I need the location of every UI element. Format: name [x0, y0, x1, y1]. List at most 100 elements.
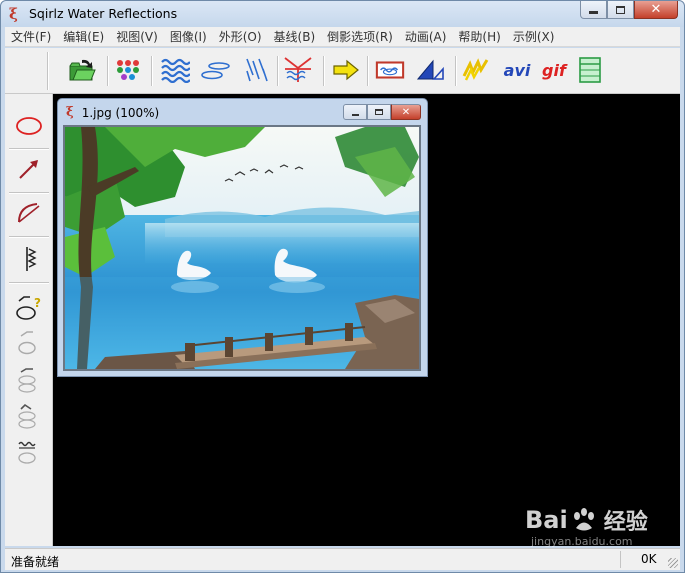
shape-tool-3-button[interactable] [14, 400, 44, 430]
next-button[interactable] [331, 55, 361, 85]
menu-file[interactable]: 文件(F) [11, 28, 51, 45]
minimize-icon [351, 113, 359, 116]
colors-button[interactable] [113, 55, 143, 85]
shape-tool-1-button[interactable] [14, 326, 44, 356]
preview-button[interactable] [375, 55, 405, 85]
zigzag-tool-button[interactable] [14, 244, 44, 274]
image-child-window: ξ 1.jpg (100%) ✕ [57, 98, 428, 377]
paw-icon [573, 508, 594, 531]
shape-tool-2-button[interactable] [14, 364, 44, 394]
window-title: Sqirlz Water Reflections [29, 6, 178, 21]
menu-animation[interactable]: 动画(A) [405, 28, 447, 45]
child-app-icon[interactable]: ξ [66, 105, 74, 120]
film-strip-icon [579, 57, 601, 83]
reflection-help-button[interactable]: ? [14, 291, 44, 321]
maximize-icon [616, 5, 625, 14]
svg-text:?: ? [34, 296, 41, 310]
child-title-bar[interactable]: ξ 1.jpg (100%) [66, 105, 159, 120]
triangle-icon [416, 59, 444, 80]
gif-label: gif [542, 60, 566, 80]
menu-view[interactable]: 视图(V) [116, 28, 158, 45]
rings-button[interactable] [201, 55, 231, 85]
preview-frame-icon [375, 61, 405, 79]
shape-tool-4-button[interactable] [14, 437, 44, 467]
baseline-button[interactable] [283, 55, 313, 85]
status-text: 准备就绪 [11, 555, 60, 569]
baidu-watermark: Bai 经验 [525, 504, 648, 536]
wave-ellipse-icon [18, 441, 36, 464]
ellipse-icon [16, 117, 42, 135]
watermark-jingyan: 经验 [603, 510, 648, 535]
toolbar-separator [367, 56, 369, 86]
menu-bar: 文件(F) 编辑(E) 视图(V) 图像(I) 外形(O) 基线(B) 倒影选项… [5, 27, 680, 47]
menu-help[interactable]: 帮助(H) [458, 28, 500, 45]
export-button[interactable] [575, 55, 605, 85]
maximize-icon [375, 109, 383, 115]
close-icon: ✕ [650, 2, 662, 17]
toolbox-separator [9, 192, 49, 194]
minimize-button[interactable] [580, 1, 607, 19]
curve-question-icon: ? [16, 296, 41, 320]
waves-icon [161, 58, 190, 83]
yellow-waves-icon [462, 58, 489, 81]
color-dots-icon [117, 60, 139, 80]
perspective-button[interactable] [415, 55, 445, 85]
menu-shape[interactable]: 外形(O) [219, 28, 262, 45]
child-window-title: 1.jpg (100%) [81, 105, 160, 120]
minimize-icon [589, 10, 598, 14]
left-toolbox: ? [5, 94, 53, 546]
menu-image[interactable]: 图像(I) [170, 28, 207, 45]
toolbox-separator [9, 282, 49, 284]
maximize-button[interactable] [607, 1, 634, 19]
avi-label: avi [503, 60, 531, 80]
rain-button[interactable] [241, 55, 271, 85]
menu-edit[interactable]: 编辑(E) [63, 28, 104, 45]
title-bar[interactable]: ξ Sqirlz Water Reflections ✕ [1, 1, 684, 27]
app-icon[interactable]: ξ [9, 5, 23, 23]
toolbar-separator [107, 56, 109, 86]
save-gif-button[interactable]: gif [537, 55, 571, 85]
child-window-controls: ✕ [343, 104, 421, 120]
main-window: ξ Sqirlz Water Reflections ✕ 文件(F) 编辑(E)… [0, 0, 685, 573]
watermark-url: jingyan.baidu.com [531, 535, 633, 548]
window-controls: ✕ [580, 1, 678, 19]
toolbar-separator [323, 56, 325, 86]
toolbar-separator [151, 56, 153, 86]
curve-disabled-icon [18, 331, 36, 355]
split-reflection-icon [284, 57, 312, 82]
curve-double-icon [18, 403, 36, 429]
diagonal-arrow-icon [19, 160, 38, 179]
ripple-button[interactable] [160, 55, 190, 85]
open-folder-icon [69, 59, 96, 81]
menu-baseline[interactable]: 基线(B) [274, 28, 316, 45]
curve-dashed-icon [18, 368, 36, 393]
animation-button[interactable] [461, 55, 491, 85]
image-canvas[interactable] [63, 125, 421, 371]
zigzag-icon [26, 247, 37, 271]
menu-examples[interactable]: 示例(X) [513, 28, 555, 45]
open-button[interactable] [67, 55, 97, 85]
ellipse-tool-button[interactable] [14, 111, 44, 141]
toolbar-grip[interactable] [47, 52, 49, 90]
child-maximize-button[interactable] [367, 104, 391, 120]
save-avi-button[interactable]: avi [499, 55, 535, 85]
arrow-right-icon [333, 59, 359, 81]
close-button[interactable]: ✕ [634, 1, 678, 19]
status-bar: 准备就绪 0K [5, 548, 680, 570]
rain-icon [246, 58, 268, 82]
water-rings-icon [201, 62, 230, 80]
close-icon: ✕ [401, 106, 411, 118]
menu-reflection-options[interactable]: 倒影选项(R) [327, 28, 393, 45]
lake-swans-image [65, 127, 419, 369]
toolbar-separator [455, 56, 457, 86]
toolbar-separator [277, 56, 279, 86]
arc-icon [18, 203, 40, 223]
child-minimize-button[interactable] [343, 104, 367, 120]
toolbar: avi gif [5, 48, 680, 94]
resize-grip[interactable] [668, 558, 678, 568]
arc-tool-button[interactable] [14, 198, 44, 228]
watermark-brand: Bai [525, 506, 568, 534]
child-close-button[interactable]: ✕ [391, 104, 421, 120]
line-tool-button[interactable] [14, 154, 44, 184]
toolbox-separator [9, 236, 49, 238]
